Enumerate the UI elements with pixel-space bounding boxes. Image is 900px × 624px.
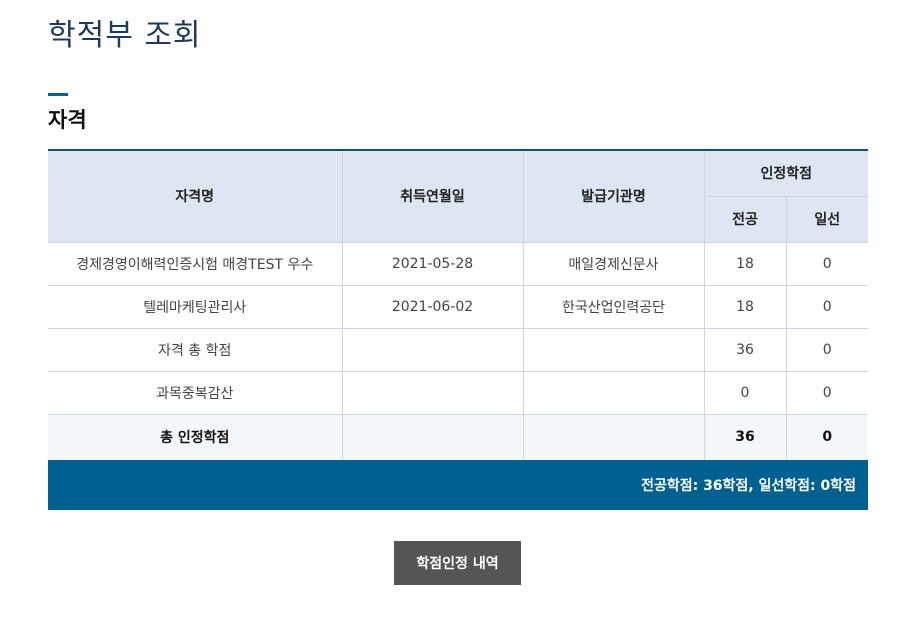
cell-major: 0	[703, 370, 787, 415]
cell-issuer	[522, 370, 705, 415]
credit-history-button[interactable]: 학점인정 내역	[394, 541, 521, 585]
header-credit-group: 인정학점	[703, 149, 868, 197]
cell-name: 자격 총 학점	[48, 327, 343, 372]
cell-major: 18	[703, 241, 787, 286]
header-acquired-date: 취득연월일	[341, 149, 524, 243]
section-accent-bar	[48, 93, 68, 96]
cell-general: 0	[785, 370, 868, 415]
cell-date	[341, 413, 524, 461]
header-major-credit: 전공	[704, 195, 787, 243]
cell-name: 경제경영이해력인증시험 매경TEST 우수	[48, 241, 343, 286]
cell-issuer	[522, 413, 705, 461]
cell-general: 0	[785, 327, 868, 372]
cell-issuer	[522, 327, 705, 372]
cell-name: 과목중복감산	[48, 370, 343, 415]
header-issuer: 발급기관명	[522, 149, 705, 243]
cell-major: 36	[703, 327, 787, 372]
cell-date	[341, 327, 524, 372]
table-row: 과목중복감산 0 0	[48, 370, 868, 415]
cell-date	[341, 370, 524, 415]
cell-date: 2021-06-02	[341, 284, 524, 329]
section-title: 자격	[48, 108, 87, 132]
cell-issuer: 한국산업인력공단	[522, 284, 705, 329]
cell-general: 0	[785, 241, 868, 286]
cell-total-general: 0	[785, 413, 868, 461]
table-total-row: 총 인정학점 36 0	[48, 413, 868, 461]
cell-general: 0	[785, 284, 868, 329]
table-row: 경제경영이해력인증시험 매경TEST 우수 2021-05-28 매일경제신문사…	[48, 241, 868, 286]
credit-summary-text: 전공학점: 36학점, 일선학점: 0학점	[641, 478, 856, 494]
table-row: 자격 총 학점 36 0	[48, 327, 868, 372]
cell-date: 2021-05-28	[341, 241, 524, 286]
table-row: 텔레마케팅관리사 2021-06-02 한국산업인력공단 18 0	[48, 284, 868, 329]
credit-summary-bar: 전공학점: 36학점, 일선학점: 0학점	[48, 460, 868, 510]
cell-name: 텔레마케팅관리사	[48, 284, 343, 329]
cell-issuer: 매일경제신문사	[522, 241, 705, 286]
cell-total-label: 총 인정학점	[48, 413, 343, 461]
page-title: 학적부 조회	[48, 18, 202, 53]
cell-major: 18	[703, 284, 787, 329]
header-qualification-name: 자격명	[48, 149, 343, 243]
header-general-credit: 일선	[785, 195, 868, 243]
cell-total-major: 36	[703, 413, 787, 461]
qualification-table: 자격명 취득연월일 발급기관명 인정학점 전공 일선 경제경영이해력인증시험 매…	[48, 149, 868, 461]
